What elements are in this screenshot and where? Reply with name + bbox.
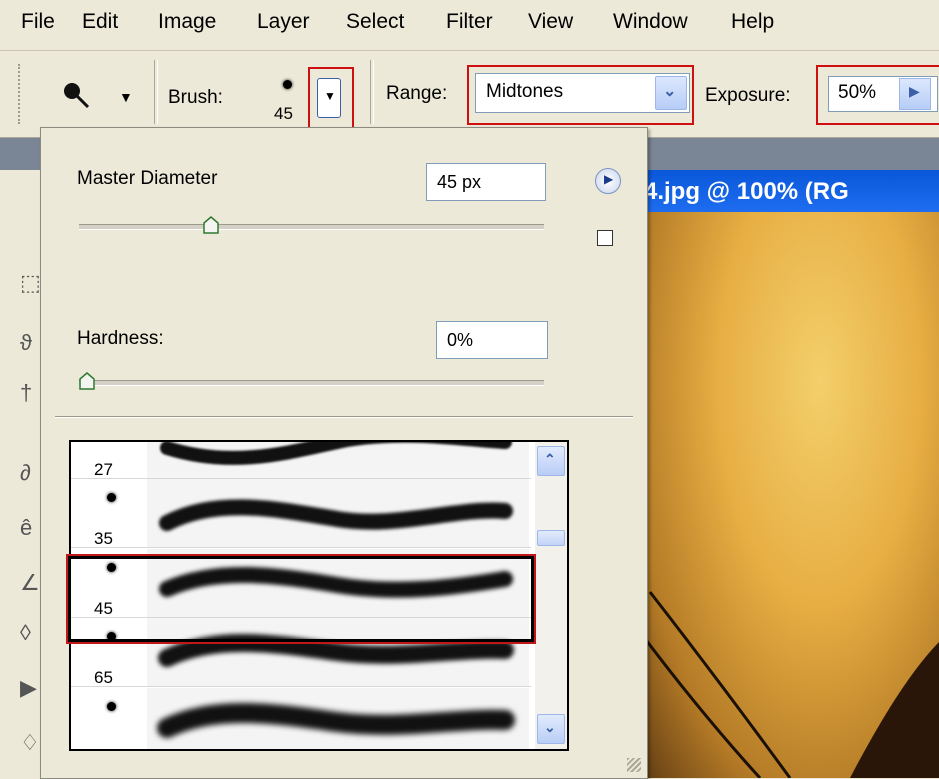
- butterfly-image: [640, 591, 939, 778]
- panel-divider: [55, 416, 633, 418]
- document-titlebar[interactable]: 4.jpg @ 100% (RG: [640, 170, 939, 212]
- new-preset-icon[interactable]: [597, 230, 613, 246]
- brush-tool-icon[interactable]: ∂: [20, 460, 31, 486]
- menu-help[interactable]: Help: [731, 10, 774, 34]
- crop-tool-icon[interactable]: †: [20, 380, 32, 406]
- document-canvas[interactable]: [640, 212, 939, 778]
- brush-tip-icon: [107, 493, 116, 502]
- hardness-label: Hardness:: [77, 328, 164, 349]
- chevron-up-icon: ⌃: [544, 451, 556, 467]
- brush-stroke-preview: [157, 703, 515, 738]
- scroll-up-button[interactable]: ⌃: [537, 446, 565, 476]
- master-diameter-value: 45 px: [437, 172, 482, 192]
- brush-label: Brush:: [168, 87, 223, 108]
- brush-preset-size: 35: [94, 529, 113, 548]
- toolbar-separator: [154, 60, 158, 124]
- menu-edit[interactable]: Edit: [82, 10, 118, 34]
- blur-tool-icon[interactable]: ◊: [20, 620, 31, 646]
- stamp-tool-icon[interactable]: ê: [20, 515, 32, 541]
- menu-bar: File Edit Image Layer Select Filter View…: [0, 0, 939, 51]
- brush-stroke-preview: [160, 442, 512, 465]
- brush-preset-row[interactable]: 27: [71, 442, 531, 479]
- document-title: 4.jpg @ 100% (RG: [644, 178, 849, 205]
- hardness-input[interactable]: 0%: [436, 321, 548, 359]
- path-tool-icon[interactable]: ▶: [20, 675, 37, 701]
- panel-menu-button[interactable]: ▶: [595, 168, 621, 194]
- brush-preset-size: 27: [94, 460, 113, 479]
- menu-image[interactable]: Image: [158, 10, 216, 34]
- exposure-label: Exposure:: [705, 85, 791, 106]
- highlight-box: [816, 65, 939, 125]
- toolbar-separator: [370, 60, 374, 124]
- brush-stroke-preview: [159, 499, 513, 531]
- menu-filter[interactable]: Filter: [446, 10, 493, 34]
- tools-palette: ⬚ ϑ † ∂ ê ∠ ◊ ▶ ♢: [0, 170, 41, 778]
- master-diameter-slider-thumb[interactable]: [203, 216, 220, 234]
- master-diameter-slider[interactable]: [79, 224, 544, 230]
- pen-tool-icon[interactable]: ♢: [20, 730, 40, 756]
- marquee-tool-icon[interactable]: ⬚: [20, 270, 41, 296]
- brush-preset-row[interactable]: [71, 688, 531, 749]
- tool-preset-arrow-icon[interactable]: ▼: [119, 89, 133, 105]
- hardness-slider[interactable]: [79, 380, 544, 386]
- lasso-tool-icon[interactable]: ϑ: [20, 330, 32, 356]
- play-arrow-icon: ▶: [604, 172, 614, 186]
- master-diameter-input[interactable]: 45 px: [426, 163, 546, 201]
- preset-list-scrollbar[interactable]: ⌃ ⌄: [535, 442, 567, 749]
- selected-preset-highlight: [66, 554, 536, 644]
- brush-size-text: 45: [274, 104, 293, 123]
- highlight-box: [308, 67, 354, 131]
- brush-preset-row[interactable]: 35: [71, 479, 531, 548]
- resize-grip-icon[interactable]: [627, 758, 641, 772]
- highlight-box: [467, 65, 694, 125]
- hardness-slider-thumb[interactable]: [79, 372, 95, 390]
- menu-select[interactable]: Select: [346, 10, 404, 34]
- scrollbar-thumb[interactable]: [537, 530, 565, 546]
- brush-tip-icon: [107, 702, 116, 711]
- brush-preset-size: 65: [94, 668, 113, 687]
- chevron-down-icon: ⌄: [544, 719, 556, 735]
- toolbar-grip[interactable]: [18, 64, 23, 124]
- menu-window[interactable]: Window: [613, 10, 688, 34]
- hardness-value: 0%: [447, 330, 474, 350]
- master-diameter-label: Master Diameter: [77, 168, 218, 189]
- eraser-tool-icon[interactable]: ∠: [20, 570, 40, 596]
- menu-file[interactable]: File: [21, 10, 55, 34]
- menu-view[interactable]: View: [528, 10, 573, 34]
- range-label: Range:: [386, 83, 448, 104]
- brush-picker-panel: Master Diameter 45 px ▶ Hardness: 0% 27 …: [40, 127, 648, 779]
- menu-layer[interactable]: Layer: [257, 10, 310, 34]
- brush-preview-icon[interactable]: [283, 80, 292, 89]
- dodge-tool-icon[interactable]: [60, 79, 94, 113]
- scroll-down-button[interactable]: ⌄: [537, 714, 565, 744]
